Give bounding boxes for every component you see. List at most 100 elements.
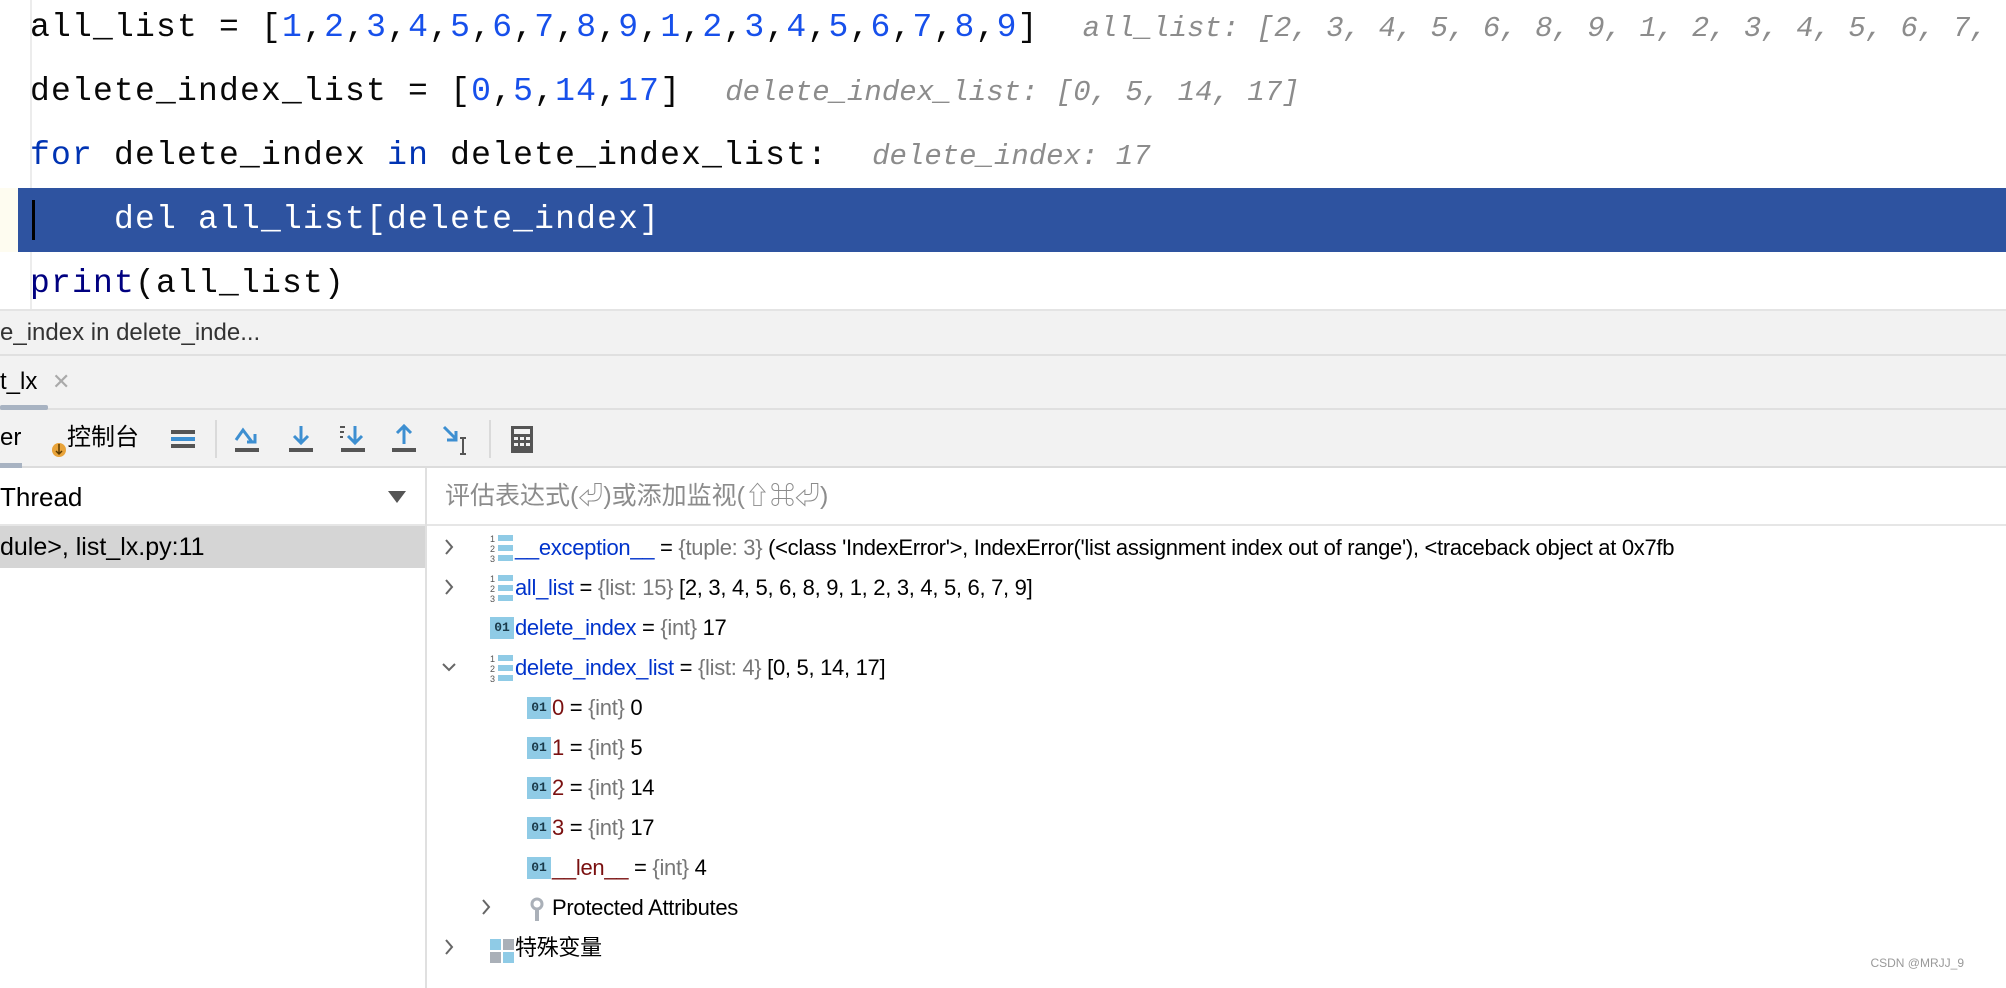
- variable-row[interactable]: 01 2 = {int} 14: [427, 768, 2006, 808]
- evaluate-expression-icon[interactable]: [505, 422, 539, 456]
- code-token: ,: [303, 9, 325, 46]
- code-token: ,: [681, 9, 703, 46]
- variable-row[interactable]: 01 __len__ = {int} 4: [427, 848, 2006, 888]
- variable-row[interactable]: 1 2 3 delete_index_list = {list: 4} [0, 5, …: [427, 648, 2006, 688]
- variable-type: {int}: [588, 775, 625, 800]
- variable-name: 3: [552, 815, 564, 840]
- variable-row[interactable]: 01 delete_index = {int} 17: [427, 608, 2006, 648]
- variable-value: [0, 5, 14, 17]: [767, 655, 886, 680]
- variable-text: delete_index_list = {list: 4} [0, 5, 14,…: [515, 655, 886, 680]
- code-token: 6: [492, 9, 514, 46]
- toolbar-separator: [215, 420, 217, 458]
- inline-value-hint: all_list: [2, 3, 4, 5, 6, 8, 9, 1, 2, 3,…: [1082, 12, 2006, 45]
- tab-label: t_lx: [0, 368, 38, 395]
- variable-row[interactable]: 01 3 = {int} 17: [427, 808, 2006, 848]
- code-token: ,: [765, 9, 787, 46]
- stack-frame-selected[interactable]: dule>, list_lx.py:11: [0, 526, 425, 568]
- variable-name: delete_index_list: [515, 655, 674, 680]
- variable-text: Protected Attributes: [552, 888, 738, 928]
- code-token: ,: [597, 73, 619, 110]
- code-line[interactable]: for delete_index in delete_index_list: de…: [30, 124, 1151, 188]
- tab-list-lx[interactable]: t_lx ✕: [0, 356, 70, 410]
- close-icon[interactable]: ✕: [52, 356, 70, 408]
- code-token: 1: [282, 9, 304, 46]
- variable-row[interactable]: 01 1 = {int} 5: [427, 728, 2006, 768]
- int-type-icon: 01: [490, 617, 514, 639]
- list-type-icon: 123: [490, 653, 514, 684]
- variable-type: {int}: [588, 695, 625, 720]
- code-token: ,: [849, 9, 871, 46]
- run-to-cursor-icon[interactable]: [439, 422, 473, 456]
- breadcrumb[interactable]: e_index in delete_inde...: [0, 311, 2006, 356]
- code-token: ,: [723, 9, 745, 46]
- console-badge-icon: [52, 443, 66, 457]
- code-token: 6: [870, 9, 892, 46]
- code-token: 8: [954, 9, 976, 46]
- code-line[interactable]: print(all_list): [30, 252, 345, 316]
- code-token: 9: [996, 9, 1018, 46]
- variable-value: 17: [702, 615, 727, 640]
- debug-tabs: t_lx ✕: [0, 356, 2006, 410]
- svg-text:2: 2: [490, 584, 495, 594]
- code-token: ,: [345, 9, 367, 46]
- list-type-icon: 123: [490, 533, 514, 564]
- variable-row[interactable]: 1 2 3 all_list = {list: 15} [2, 3, 4, 5, 6,…: [427, 568, 2006, 608]
- code-token: 17: [618, 73, 661, 110]
- variable-text: 2 = {int} 14: [552, 775, 655, 800]
- svg-text:3: 3: [490, 554, 495, 563]
- code-token: 7: [912, 9, 934, 46]
- code-token: in: [387, 137, 430, 174]
- code-token: for: [30, 137, 94, 174]
- step-into-icon[interactable]: [284, 422, 318, 456]
- chevron-right-icon[interactable]: [439, 568, 459, 608]
- code-token: 1: [660, 9, 682, 46]
- editor-gutter[interactable]: [0, 0, 32, 309]
- variable-text: 1 = {int} 5: [552, 735, 643, 760]
- step-over-icon[interactable]: [230, 422, 264, 456]
- key-icon: [527, 896, 551, 921]
- int-type-icon: 01: [527, 777, 551, 799]
- code-token: print: [30, 265, 136, 302]
- svg-text:1: 1: [490, 574, 495, 584]
- variable-name: __exception__: [515, 535, 655, 560]
- evaluate-expression-input[interactable]: [445, 468, 2006, 524]
- step-into-my-code-icon[interactable]: [336, 422, 370, 456]
- thread-selector[interactable]: Thread: [0, 468, 425, 526]
- variable-name: 特殊变量: [515, 935, 602, 960]
- variable-row[interactable]: Protected Attributes: [427, 888, 2006, 928]
- inline-value-hint: delete_index_list: [0, 5, 14, 17]: [725, 76, 1300, 109]
- variable-text: 0 = {int} 0: [552, 695, 643, 720]
- code-editor[interactable]: all_list = [1,2,3,4,5,6,7,8,9,1,2,3,4,5,…: [0, 0, 2006, 311]
- variable-type: {int}: [588, 815, 625, 840]
- code-token: (all_list): [135, 265, 346, 302]
- code-token: delete_index_list:: [429, 137, 829, 174]
- step-out-icon[interactable]: [387, 422, 421, 456]
- variable-row[interactable]: 特殊变量: [427, 928, 2006, 968]
- chevron-right-icon[interactable]: [439, 528, 459, 568]
- watch-input-row[interactable]: [427, 468, 2006, 526]
- chevron-right-icon[interactable]: [439, 928, 459, 968]
- chevron-right-icon[interactable]: [476, 888, 496, 928]
- dropdown-arrow-icon[interactable]: [388, 491, 406, 503]
- svg-text:2: 2: [490, 664, 495, 674]
- code-token: 4: [786, 9, 808, 46]
- code-token: 7: [534, 9, 556, 46]
- variable-type: {list: 4}: [697, 655, 762, 680]
- chevron-down-icon[interactable]: [439, 648, 459, 688]
- code-line-current[interactable]: del all_list[delete_index]: [18, 188, 2006, 252]
- svg-text:1: 1: [490, 654, 495, 664]
- code-token: ,: [534, 73, 556, 110]
- variable-row[interactable]: 1 2 3 __exception__ = {tuple: 3} (<class 'I…: [427, 528, 2006, 568]
- variable-row[interactable]: 01 0 = {int} 0: [427, 688, 2006, 728]
- variable-name: Protected Attributes: [552, 895, 738, 920]
- code-token: all_list = [: [30, 9, 283, 46]
- code-token: 4: [408, 9, 430, 46]
- frames-menu-icon[interactable]: [166, 422, 200, 456]
- code-line[interactable]: all_list = [1,2,3,4,5,6,7,8,9,1,2,3,4,5,…: [30, 0, 2006, 60]
- tab-console[interactable]: 控制台: [67, 410, 139, 466]
- code-token: 3: [366, 9, 388, 46]
- text-caret: [32, 200, 35, 240]
- tab-debugger[interactable]: er: [0, 410, 21, 466]
- variable-type: {list: 15}: [597, 575, 674, 600]
- code-line[interactable]: delete_index_list = [0,5,14,17] delete_in…: [30, 60, 1300, 124]
